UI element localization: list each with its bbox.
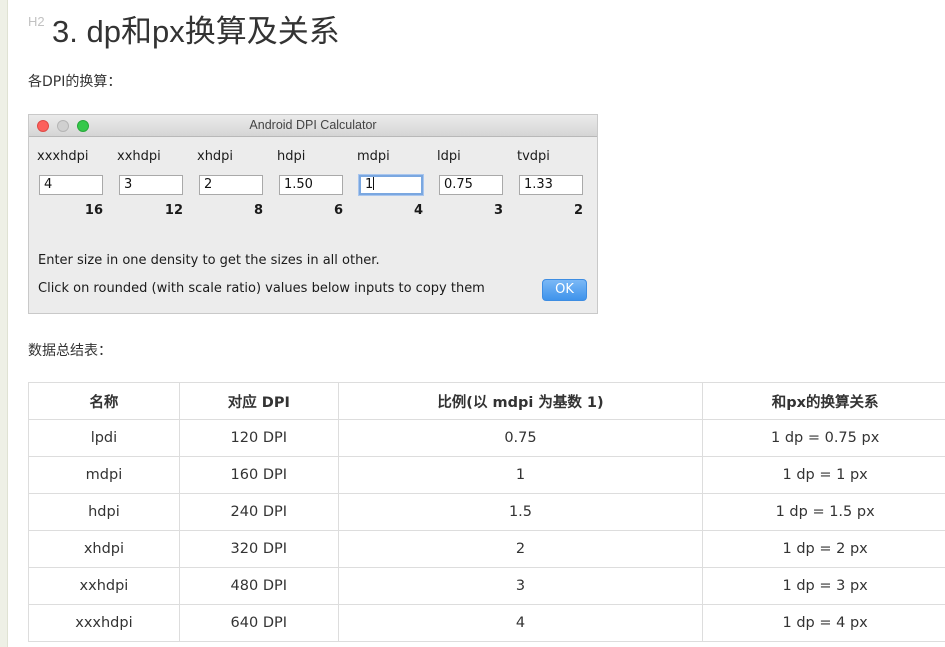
cell-dpi: 160 DPI [178,456,339,494]
cell-conversion: 1 dp = 0.75 px [702,419,945,457]
copy-hint-text: Click on rounded (with scale ratio) valu… [38,281,485,296]
cell-ratio: 4 [337,604,704,642]
cell-name: lpdi [28,419,180,457]
window-titlebar[interactable]: Android DPI Calculator [29,115,597,137]
table-row: lpdi 120 DPI 0.75 1 dp = 0.75 px [28,419,945,457]
cell-conversion: 1 dp = 2 px [702,530,945,568]
density-label: xhdpi [197,149,234,164]
rounded-value-xhdpi[interactable]: 8 [254,203,263,218]
density-label: xxhdpi [117,149,161,164]
density-label: tvdpi [517,149,550,164]
density-input-mdpi[interactable]: 1 [359,175,423,195]
rounded-value-mdpi[interactable]: 4 [414,203,423,218]
table-row: xhdpi 320 DPI 2 1 dp = 2 px [28,530,945,568]
cell-dpi: 640 DPI [178,604,339,642]
density-label: xxxhdpi [37,149,89,164]
column-header: 比例(以 mdpi 为基数 1) [337,382,704,420]
table-header-row: 名称 对应 DPI 比例(以 mdpi 为基数 1) 和px的换算关系 [28,382,945,420]
density-input-xhdpi[interactable]: 2 [199,175,263,195]
summary-table-paragraph: 数据总结表： [28,343,112,359]
table-row: hdpi 240 DPI 1.5 1 dp = 1.5 px [28,493,945,531]
cell-name: mdpi [28,456,180,494]
column-header: 和px的换算关系 [702,382,945,420]
cell-conversion: 1 dp = 3 px [702,567,945,605]
density-input-xxhdpi[interactable]: 3 [119,175,183,195]
density-label: hdpi [277,149,306,164]
cell-conversion: 1 dp = 1.5 px [702,493,945,531]
dpi-summary-table: 名称 对应 DPI 比例(以 mdpi 为基数 1) 和px的换算关系 lpdi… [28,382,945,642]
cell-ratio: 3 [337,567,704,605]
column-header: 对应 DPI [178,382,339,420]
cell-conversion: 1 dp = 1 px [702,456,945,494]
density-input-hdpi[interactable]: 1.50 [279,175,343,195]
density-input-xxxhdpi[interactable]: 4 [39,175,103,195]
cell-ratio: 2 [337,530,704,568]
rounded-value-xxxhdpi[interactable]: 16 [85,203,103,218]
cell-conversion: 1 dp = 4 px [702,604,945,642]
text-caret [373,177,375,190]
input-text: 1 [365,177,374,192]
density-input-ldpi[interactable]: 0.75 [439,175,503,195]
heading-level-badge: H2 [28,14,45,29]
ok-button[interactable]: OK [542,279,587,301]
density-input-tvdpi[interactable]: 1.33 [519,175,583,195]
cell-name: xhdpi [28,530,180,568]
left-rail [0,0,8,647]
cell-ratio: 1 [337,456,704,494]
cell-dpi: 480 DPI [178,567,339,605]
cell-ratio: 1.5 [337,493,704,531]
cell-name: xxhdpi [28,567,180,605]
column-header: 名称 [28,382,180,420]
rounded-value-xxhdpi[interactable]: 12 [165,203,183,218]
cell-name: xxxhdpi [28,604,180,642]
instruction-text: Enter size in one density to get the siz… [38,253,380,268]
cell-dpi: 240 DPI [178,493,339,531]
rounded-value-hdpi[interactable]: 6 [334,203,343,218]
table-row: mdpi 160 DPI 1 1 dp = 1 px [28,456,945,494]
window-title: Android DPI Calculator [249,118,377,132]
table-row: xxxhdpi 640 DPI 4 1 dp = 4 px [28,604,945,642]
cell-dpi: 320 DPI [178,530,339,568]
cell-name: hdpi [28,493,180,531]
density-label: mdpi [357,149,390,164]
rounded-value-tvdpi[interactable]: 2 [574,203,583,218]
page-title: 3. dp和px换算及关系 [52,14,340,49]
rounded-value-ldpi[interactable]: 3 [494,203,503,218]
table-row: xxhdpi 480 DPI 3 1 dp = 3 px [28,567,945,605]
dpi-calculator-window: Android DPI Calculator xxxhdpi 4 16 xxhd… [28,114,598,314]
cell-ratio: 0.75 [337,419,704,457]
density-label: ldpi [437,149,461,164]
dpi-conversion-paragraph: 各DPI的换算： [28,74,122,90]
cell-dpi: 120 DPI [178,419,339,457]
